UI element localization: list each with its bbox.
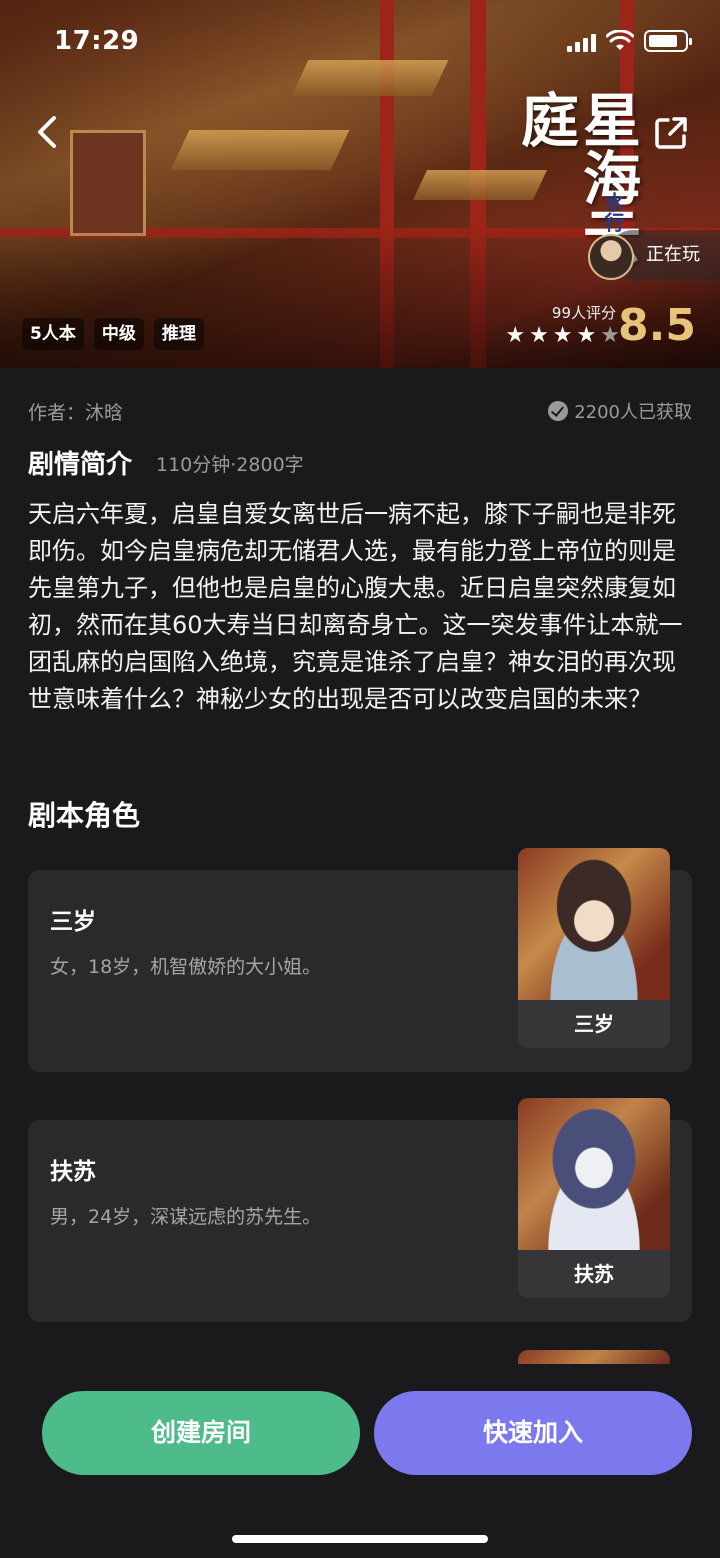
share-icon[interactable] — [652, 114, 690, 152]
script-meta: 作者：沐晗 2200人已获取 — [28, 398, 692, 426]
roof — [291, 60, 449, 96]
signal-icon — [567, 30, 596, 52]
tag-difficulty: 中级 — [93, 318, 144, 350]
check-circle-icon — [548, 401, 569, 421]
role-portrait-label: 扶苏 — [574, 1262, 614, 1286]
roof — [170, 130, 350, 170]
obtained-label: 2200人已获取 — [574, 402, 692, 423]
synopsis-title: 剧情简介 — [28, 450, 133, 480]
create-room-button[interactable]: 创建房间 — [42, 1391, 360, 1475]
role-portrait[interactable]: 扶苏 — [518, 1098, 670, 1298]
author: 作者：沐晗 — [28, 402, 124, 424]
home-indicator — [232, 1535, 488, 1543]
role-portrait[interactable]: 三岁 — [518, 848, 670, 1048]
hero-banner: 17:29 星海云庭 水行 正在玩 5人本 中级 推理 99人评分 ★ ★ ★ … — [0, 0, 720, 368]
battery-icon — [644, 30, 692, 52]
star-empty-icon: ★ — [600, 323, 620, 348]
role-portrait-image — [518, 848, 670, 1000]
quick-join-button[interactable]: 快速加入 — [374, 1391, 692, 1475]
star-icon: ★ — [552, 323, 573, 348]
synopsis-text: 天启六年夏，启皇自爱女离世后一病不起，膝下子嗣也是非死即伤。如今启皇病危却无储君… — [28, 500, 683, 713]
status-time: 17:29 — [54, 26, 140, 56]
role-portrait-peek — [518, 1350, 670, 1364]
roles-title: 剧本角色 — [28, 799, 141, 832]
back-icon[interactable] — [30, 112, 66, 152]
role-name: 扶苏 — [50, 1159, 96, 1185]
role-name: 三岁 — [50, 909, 96, 935]
status-icons — [567, 30, 692, 52]
playing-label: 正在玩 — [646, 244, 700, 265]
score: 8.5 — [618, 300, 696, 351]
role-portrait-image — [518, 1098, 670, 1250]
obtained-count: 2200人已获取 — [548, 398, 692, 424]
star-icon: ★ — [505, 323, 526, 348]
role-desc: 女，18岁，机智傲娇的大小姐。 — [50, 956, 322, 978]
rating-count: 99人评分 — [551, 304, 616, 322]
star-icon: ★ — [576, 323, 597, 348]
synopsis-meta: 110分钟·2800字 — [156, 454, 304, 476]
avatar — [588, 234, 634, 280]
role-desc: 男，24岁，深谋远虑的苏先生。 — [50, 1206, 322, 1228]
tag-players: 5人本 — [22, 318, 84, 350]
star-icon: ★ — [529, 323, 549, 348]
role-portrait-label: 三岁 — [574, 1012, 614, 1036]
star-rating: ★ ★ ★ ★ ★ — [505, 325, 620, 347]
lantern — [70, 130, 146, 236]
title-seal: 水行 — [601, 192, 625, 232]
tag-list: 5人本 中级 推理 — [22, 318, 204, 350]
wifi-icon — [606, 30, 634, 50]
tag-genre: 推理 — [153, 318, 204, 350]
